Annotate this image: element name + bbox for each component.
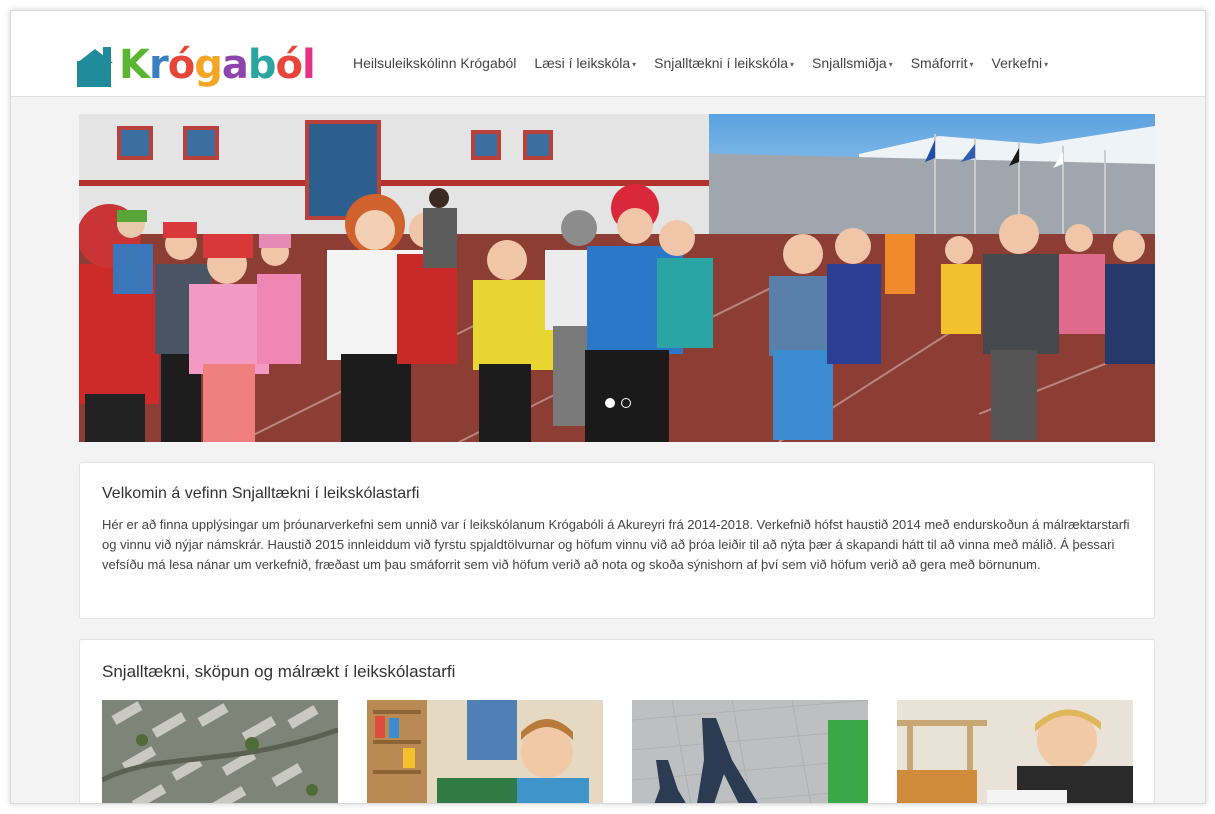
browser-page: Krógaból Heilsuleikskólinn Krógaból Læsi … — [10, 10, 1206, 804]
nav-item-label: Snjalltækni í leikskóla — [654, 55, 788, 71]
logo-house-icon — [77, 47, 117, 87]
logo-letter: b — [247, 42, 277, 88]
carousel-dot-2[interactable] — [621, 398, 631, 408]
chevron-down-icon: ▾ — [888, 59, 893, 69]
logo-letter: ó — [275, 42, 304, 88]
nav-item-label: Smáforrit — [910, 55, 968, 71]
nav-item-label: Læsi í leikskóla — [534, 55, 631, 71]
welcome-title: Velkomin á vefinn Snjalltækni í leikskól… — [102, 485, 420, 502]
chevron-down-icon: ▾ — [1044, 59, 1049, 69]
welcome-panel: Velkomin á vefinn Snjalltækni í leikskól… — [79, 462, 1155, 619]
projects-title: Snjalltækni, sköpun og málrækt í leikskó… — [102, 662, 456, 681]
logo-letter: ó — [167, 42, 196, 88]
nav-item-label: Verkefni — [991, 55, 1043, 71]
hero-photo — [79, 114, 1155, 442]
nav-item-6[interactable]: Verkefni ▾ — [992, 55, 1049, 71]
logo-letter: K — [119, 42, 150, 88]
chevron-down-icon: ▾ — [789, 59, 794, 69]
main-menu: Heilsuleikskólinn Krógaból Læsi í leikskó… — [353, 55, 1066, 71]
logo-letter: g — [194, 42, 223, 88]
nav-item-label: Snjallsmiðja — [812, 55, 887, 71]
nav-item-1[interactable]: Heilsuleikskólinn Krógaból — [353, 55, 516, 71]
child-at-shelves-thumbnail[interactable] — [367, 700, 603, 803]
chevron-down-icon: ▾ — [632, 59, 637, 69]
nav-item-3[interactable]: Snjalltækni í leikskóla ▾ — [654, 55, 794, 71]
site-navbar: Krógaból Heilsuleikskólinn Krógaból Læsi … — [11, 11, 1205, 97]
aerial-map-thumbnail[interactable] — [102, 700, 338, 803]
nav-item-5[interactable]: Smáforrit ▾ — [911, 55, 974, 71]
nav-item-label: Heilsuleikskólinn Krógaból — [353, 55, 517, 71]
welcome-body: Hér er að finna upplýsingar um þróunarve… — [102, 517, 1130, 572]
site-logo[interactable]: Krógaból — [77, 29, 327, 87]
carousel-indicators — [605, 398, 631, 408]
chevron-down-icon: ▾ — [969, 59, 974, 69]
logo-letter: r — [149, 42, 169, 88]
projects-panel: Snjalltækni, sköpun og málrækt í leikskó… — [79, 639, 1155, 803]
child-drawing-thumbnail[interactable] — [897, 700, 1133, 803]
logo-letter: l — [301, 42, 316, 88]
logo-wordmark: Krógaból — [119, 29, 316, 88]
carousel-dot-1[interactable] — [605, 398, 615, 408]
nav-item-4[interactable]: Snjallsmiðja ▾ — [812, 55, 893, 71]
shadows-thumbnail[interactable] — [632, 700, 868, 803]
logo-letter: a — [221, 42, 249, 88]
hero-carousel[interactable] — [79, 114, 1155, 442]
nav-item-2[interactable]: Læsi í leikskóla ▾ — [534, 55, 636, 71]
